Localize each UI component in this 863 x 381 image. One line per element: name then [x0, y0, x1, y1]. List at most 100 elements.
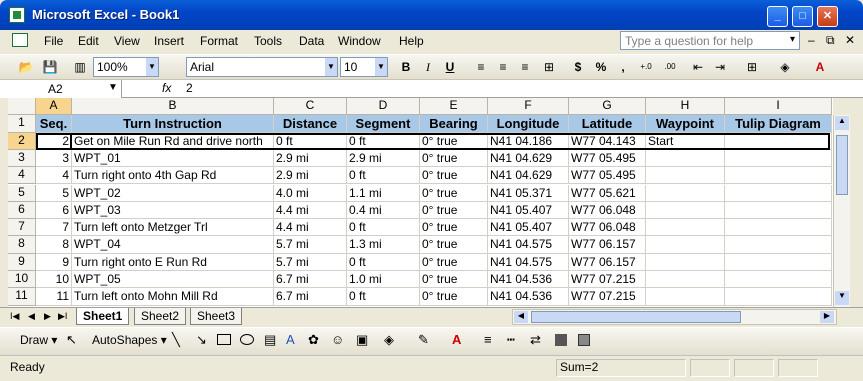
decrease-decimal-icon[interactable]: .00 — [662, 59, 678, 75]
table-cell[interactable]: Turn right onto 4th Gap Rd — [72, 167, 274, 185]
chevron-down-icon[interactable]: ▼ — [375, 58, 387, 76]
table-cell[interactable]: 0° true — [420, 253, 488, 271]
table-cell[interactable]: 0 ft — [347, 219, 420, 237]
row-header[interactable]: 9 — [8, 253, 36, 271]
table-cell[interactable]: 0 ft — [347, 132, 420, 150]
font-size-combo[interactable]: 10 ▼ — [340, 57, 388, 77]
font-color-icon[interactable]: A — [812, 59, 828, 75]
header-cell[interactable]: Turn Instruction — [72, 115, 274, 133]
merge-center-icon[interactable]: ⊞ — [541, 59, 557, 75]
line-icon[interactable]: ╲ — [172, 332, 180, 348]
header-cell[interactable]: Tulip Diagram — [725, 115, 832, 133]
zoom-combo[interactable]: 100% ▼ — [93, 57, 159, 77]
header-cell[interactable]: Latitude — [569, 115, 646, 133]
table-cell[interactable] — [646, 167, 725, 185]
column-header-f[interactable]: F — [488, 98, 569, 116]
table-cell[interactable]: 6.7 mi — [274, 271, 347, 289]
doc-minimize-icon[interactable]: – — [808, 33, 815, 47]
table-cell[interactable]: 1.0 mi — [347, 271, 420, 289]
table-cell[interactable]: 2.9 mi — [274, 149, 347, 168]
autoshapes-menu[interactable]: AutoShapes ▾ — [92, 333, 167, 347]
table-cell[interactable] — [725, 201, 832, 220]
line-color-icon[interactable]: ✎ — [418, 332, 429, 348]
menu-file[interactable]: File — [44, 34, 63, 48]
table-cell[interactable]: 7 — [36, 219, 72, 237]
table-cell[interactable] — [725, 219, 832, 237]
scroll-right-icon[interactable]: ▶ — [820, 311, 834, 323]
table-cell[interactable]: W77 05.495 — [569, 149, 646, 168]
function-icon[interactable]: fx — [162, 81, 171, 95]
row-header[interactable]: 1 — [8, 115, 36, 133]
table-cell[interactable]: 0 ft — [274, 132, 347, 150]
doc-close-icon[interactable]: ✕ — [845, 33, 855, 47]
menu-help[interactable]: Help — [399, 34, 424, 48]
select-objects-icon[interactable]: ↖ — [66, 332, 77, 348]
3d-style-icon[interactable] — [578, 334, 590, 346]
open-icon[interactable]: 📂 — [18, 59, 34, 75]
table-cell[interactable]: 5.7 mi — [274, 253, 347, 271]
arrow-icon[interactable]: ↘ — [196, 332, 207, 348]
table-cell[interactable]: WPT_05 — [72, 271, 274, 289]
header-cell[interactable]: Bearing — [420, 115, 488, 133]
column-header-a[interactable]: A — [36, 98, 72, 116]
fill-color-draw-icon[interactable]: ◈ — [384, 332, 394, 348]
decrease-indent-icon[interactable]: ⇤ — [690, 59, 706, 75]
table-cell[interactable]: 0 ft — [347, 288, 420, 306]
table-cell[interactable]: WPT_02 — [72, 184, 274, 202]
table-cell[interactable]: 0° true — [420, 184, 488, 202]
row-header[interactable]: 5 — [8, 184, 36, 202]
row-header[interactable]: 10 — [8, 271, 36, 289]
help-dropdown-icon[interactable]: ▾ — [790, 34, 795, 45]
table-cell[interactable] — [646, 271, 725, 289]
table-cell[interactable]: 0° true — [420, 132, 488, 150]
italic-button[interactable]: I — [420, 59, 436, 75]
table-cell[interactable] — [646, 201, 725, 220]
name-box[interactable]: A2 — [0, 80, 122, 98]
column-header-h[interactable]: H — [646, 98, 725, 116]
spreadsheet-grid[interactable]: A B C D E F G H I 1 Seq. Turn Instruction Distance Se… — [8, 98, 833, 307]
align-left-icon[interactable]: ≡ — [473, 59, 489, 75]
table-cell[interactable]: 1.1 mi — [347, 184, 420, 202]
column-header-c[interactable]: C — [274, 98, 347, 116]
table-cell[interactable]: Get on Mile Run Rd and drive north — [72, 132, 274, 150]
bold-button[interactable]: B — [398, 59, 414, 75]
table-cell[interactable]: W77 07.215 — [569, 288, 646, 306]
arrow-style-icon[interactable]: ⇄ — [530, 332, 541, 348]
save-icon[interactable]: 💾 — [42, 59, 58, 75]
table-cell[interactable] — [646, 149, 725, 168]
vertical-scrollbar[interactable]: ▲ ▼ — [833, 115, 850, 307]
table-cell[interactable]: W77 05.495 — [569, 167, 646, 185]
tab-sheet2[interactable]: Sheet2 — [134, 308, 187, 325]
doc-restore-icon[interactable]: ⧉ — [826, 33, 835, 48]
rectangle-icon[interactable] — [217, 334, 231, 345]
tab-last-icon[interactable]: ▶I — [58, 311, 67, 322]
table-cell[interactable] — [725, 184, 832, 202]
header-cell[interactable]: Seq. — [36, 115, 72, 133]
table-cell[interactable]: W77 06.157 — [569, 236, 646, 254]
row-header[interactable]: 3 — [8, 149, 36, 168]
textbox-icon[interactable]: ▤ — [264, 332, 276, 348]
table-cell[interactable]: Turn left onto Metzger Trl — [72, 219, 274, 237]
table-cell[interactable]: 4.4 mi — [274, 219, 347, 237]
table-cell[interactable]: WPT_03 — [72, 201, 274, 220]
column-header-b[interactable]: B — [72, 98, 274, 116]
table-cell[interactable]: N41 05.407 — [488, 201, 569, 220]
table-cell[interactable]: 2.9 mi — [274, 167, 347, 185]
row-header[interactable]: 6 — [8, 201, 36, 220]
table-cell[interactable]: 0° true — [420, 288, 488, 306]
close-button[interactable]: ✕ — [817, 6, 838, 27]
minimize-button[interactable]: _ — [767, 6, 788, 27]
table-cell[interactable]: N41 04.575 — [488, 236, 569, 254]
table-cell[interactable]: 4.4 mi — [274, 201, 347, 220]
table-cell[interactable] — [646, 184, 725, 202]
namebox-dropdown-icon[interactable]: ▼ — [108, 82, 118, 93]
table-cell[interactable]: 0 ft — [347, 253, 420, 271]
table-cell[interactable]: 0° true — [420, 236, 488, 254]
help-search-input[interactable]: Type a question for help — [620, 31, 800, 50]
table-cell[interactable]: W77 06.157 — [569, 253, 646, 271]
table-cell[interactable]: N41 04.536 — [488, 271, 569, 289]
table-cell[interactable] — [725, 288, 832, 306]
draw-menu[interactable]: Draw ▾ — [20, 333, 57, 347]
table-cell[interactable]: N41 05.407 — [488, 219, 569, 237]
hscroll-thumb[interactable] — [531, 311, 741, 323]
